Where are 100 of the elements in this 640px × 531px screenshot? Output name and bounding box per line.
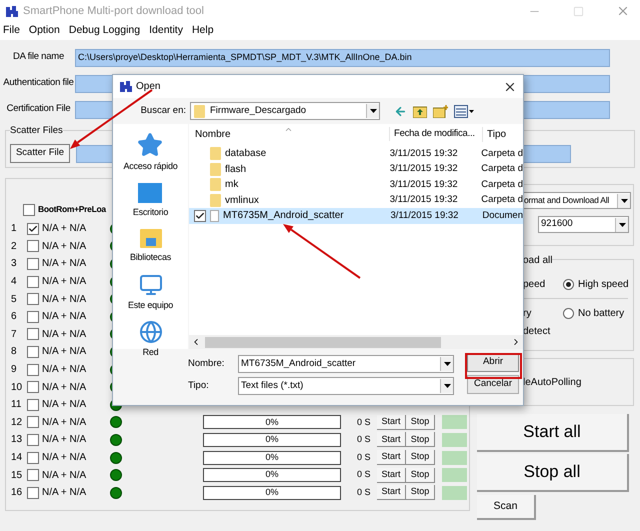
start-button[interactable]: Start (377, 432, 406, 448)
port-label: N/A + N/A (42, 433, 88, 448)
file-type-dropdown[interactable]: Text files (*.txt) (238, 377, 454, 395)
menu-item[interactable]: File (3, 23, 20, 39)
caret-icon[interactable] (440, 379, 453, 393)
highlight-frame (465, 353, 522, 379)
menu-item[interactable]: Help (192, 23, 214, 39)
start-button[interactable]: Start (377, 468, 406, 483)
file-name: mk (225, 178, 238, 192)
port-number: 3 (11, 257, 18, 272)
checkbox[interactable] (27, 434, 39, 446)
scan-button[interactable]: Scan (477, 495, 536, 520)
start-button[interactable]: Start (377, 450, 406, 466)
file-date: 3/11/2015 19:32 (388, 146, 459, 161)
start-all-button[interactable]: Start all (477, 414, 629, 452)
checkbox[interactable] (27, 346, 39, 358)
file-type: Carpeta d (480, 193, 523, 208)
option-label: detect (523, 325, 552, 339)
elapsed-time: 0 S (357, 450, 372, 464)
column-header[interactable]: Tipo (482, 126, 506, 142)
window-title: SmartPhone Multi-port download tool (23, 4, 204, 19)
file-name: MT6735M_Android_scatter (223, 209, 344, 224)
checkbox[interactable] (27, 258, 39, 270)
mode-dropdown[interactable]: ormat and Download All (523, 192, 631, 209)
place-label[interactable]: Escritorio (132, 206, 168, 219)
stop-button[interactable]: Stop (406, 450, 435, 466)
folder-icon (210, 178, 221, 192)
start-button[interactable]: Start (377, 485, 406, 500)
checkbox[interactable] (27, 328, 39, 340)
checkbox[interactable] (27, 486, 39, 499)
checkbox[interactable] (27, 452, 39, 464)
place-label[interactable]: Acceso rápido (123, 160, 178, 174)
port-label: N/A + N/A (42, 468, 88, 483)
folder-up-icon[interactable] (413, 104, 427, 118)
port-number: 9 (11, 363, 18, 378)
field-label: Certification File (6, 102, 72, 116)
stop-button[interactable]: Stop (406, 432, 435, 448)
status-box (442, 432, 467, 447)
menu-item[interactable]: Debug Logging (68, 23, 140, 39)
checkbox[interactable] (27, 381, 39, 394)
checkbox[interactable] (27, 240, 39, 252)
checkbox[interactable] (27, 469, 39, 482)
file-row[interactable]: MT6735M_Android_scatter 3/11/2015 19:32 Documen (189, 208, 523, 224)
stop-button[interactable]: Stop (406, 468, 435, 483)
file-row[interactable]: flash 3/11/2015 19:32 Carpeta d (189, 162, 523, 177)
progress-text: 0% (265, 468, 278, 482)
field-label: Authentication file (2, 76, 75, 90)
checkbox[interactable] (27, 222, 39, 235)
place-label[interactable]: Red (142, 346, 158, 360)
checkbox[interactable] (194, 210, 206, 222)
column-header[interactable]: Nombre (189, 126, 389, 142)
menu-item[interactable]: Identity (149, 23, 183, 39)
file-row[interactable]: vmlinux 3/11/2015 19:32 Carpeta d (189, 192, 523, 208)
column-header[interactable]: Fecha de modifica... (389, 126, 482, 142)
caret-icon[interactable] (617, 194, 630, 208)
option-label: leAutoPolling (523, 376, 582, 390)
port-number: 8 (11, 345, 18, 360)
progress-text: 0% (265, 433, 278, 446)
checkbox[interactable] (27, 293, 39, 306)
start-button[interactable]: Start (377, 414, 406, 430)
stop-button[interactable]: Stop (406, 485, 435, 500)
status-box (442, 415, 467, 430)
folder-icon (194, 104, 205, 118)
radio-button[interactable] (563, 308, 574, 318)
look-in-dropdown[interactable]: Firmware_Descargado (190, 102, 380, 120)
file-row[interactable]: mk 3/11/2015 19:32 Carpeta d (189, 177, 523, 192)
back-icon[interactable] (394, 104, 407, 118)
stop-all-button[interactable]: Stop all (477, 454, 629, 492)
view-menu-icon[interactable] (454, 104, 474, 118)
port-label: N/A + N/A (42, 328, 88, 342)
baud-dropdown[interactable]: 921600 (538, 216, 629, 233)
place-label[interactable]: Este equipo (128, 298, 174, 312)
text-field[interactable]: C:\Users\proye\Desktop\Herramienta_SPMDT\SP_MDT_V.3\MTK_AllInOne_DA.bin (75, 48, 610, 66)
scrollbar-thumb[interactable] (205, 336, 441, 348)
radio-button[interactable] (563, 278, 574, 290)
place-label[interactable]: Bibliotecas (130, 251, 172, 264)
port-number: 13 (11, 433, 24, 448)
document-icon (210, 210, 219, 222)
caret-icon[interactable] (440, 357, 453, 371)
checkbox[interactable] (27, 398, 39, 411)
port-label: N/A + N/A (42, 416, 88, 430)
port-label: N/A + N/A (42, 257, 88, 272)
menu-item[interactable]: Option (28, 23, 60, 39)
checkbox[interactable] (27, 276, 39, 288)
caret-icon[interactable] (366, 104, 379, 118)
stop-button[interactable]: Stop (406, 414, 435, 430)
checkbox[interactable] (27, 364, 39, 376)
new-folder-icon[interactable] (433, 104, 448, 118)
file-name-field[interactable]: MT6735M_Android_scatter (238, 355, 454, 373)
port-number: 1 (11, 222, 18, 236)
checkbox[interactable] (27, 310, 39, 323)
elapsed-time: 0 S (357, 433, 372, 446)
caret-icon[interactable] (615, 218, 628, 232)
desktop-icon (137, 182, 164, 204)
checkbox[interactable] (23, 204, 35, 216)
field-label: Tipo: (188, 378, 210, 393)
file-row[interactable]: database 3/11/2015 19:32 Carpeta d (189, 146, 523, 162)
scatter-file-button[interactable]: Scatter File (10, 144, 70, 163)
port-number: 4 (11, 275, 18, 290)
checkbox[interactable] (27, 416, 39, 428)
